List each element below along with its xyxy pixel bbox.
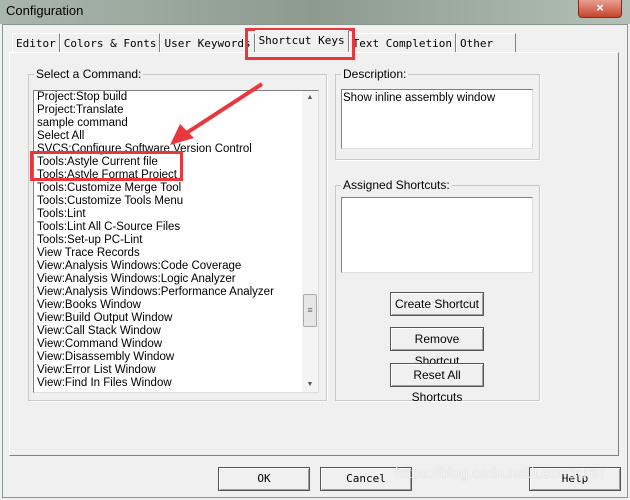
watermark: https://blog.csdn.net/LeonSUST	[395, 465, 607, 482]
annotation-arrow-icon	[170, 82, 264, 145]
tab-shortcut-keys[interactable]: Shortcut Keys	[254, 30, 349, 52]
